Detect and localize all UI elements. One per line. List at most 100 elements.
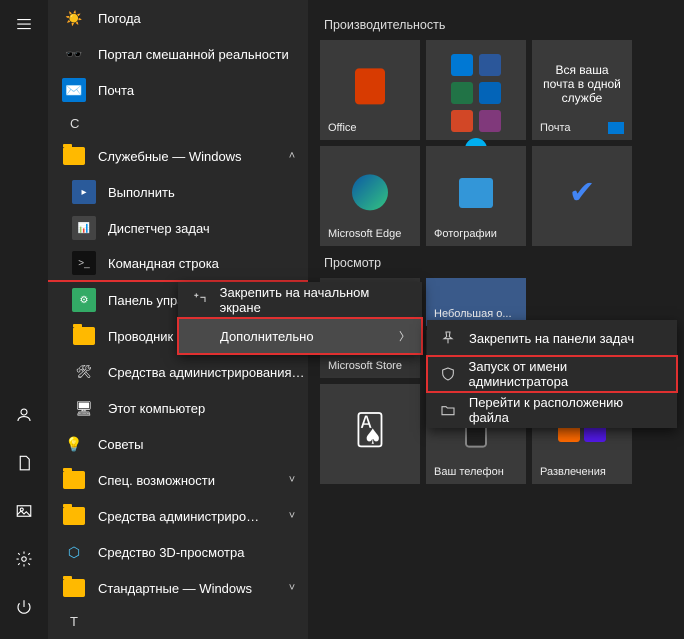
app-3d-viewer[interactable]: ⬡ Средство 3D-просмотра	[48, 534, 308, 570]
tile-label: Небольшая о...	[434, 308, 518, 320]
control-panel-icon: ⚙	[72, 288, 96, 312]
documents-button[interactable]	[0, 439, 48, 487]
pc-icon: 🖥	[72, 396, 96, 420]
tile-office-apps[interactable]	[426, 40, 526, 140]
app-label: Советы	[98, 437, 308, 452]
run-icon: ▸	[72, 180, 96, 204]
tile-edge[interactable]: Microsoft Edge	[320, 146, 420, 246]
folder-icon	[63, 471, 85, 489]
shield-icon	[439, 365, 457, 383]
ctx-run-admin[interactable]: Запуск от имени администратора	[427, 356, 677, 392]
chevron-up-icon: ˄	[276, 150, 308, 162]
app-task-manager[interactable]: 📊 Диспетчер задач	[48, 210, 308, 246]
user-button[interactable]	[0, 391, 48, 439]
tile-office[interactable]: Office	[320, 40, 420, 140]
tile-mail[interactable]: Вся ваша почта в одной службе Почта	[532, 40, 632, 140]
tile-mail-text: Вся ваша почта в одной службе	[540, 63, 624, 105]
document-icon	[15, 454, 33, 472]
letter-header-t[interactable]: Т	[48, 606, 308, 636]
chevron-down-icon: ˅	[276, 474, 308, 486]
tile-label: Почта	[540, 122, 602, 134]
edge-icon	[352, 174, 388, 210]
tile-label: Microsoft Edge	[328, 228, 412, 240]
ctx-label: Закрепить на панели задач	[469, 331, 634, 346]
pin-icon	[439, 329, 457, 347]
folder-admin-tools[interactable]: Средства администрирования W... ˅	[48, 498, 308, 534]
office-icon	[355, 68, 385, 104]
tile-solitaire[interactable]: 🂡	[320, 384, 420, 484]
app-label: Командная строка	[108, 256, 308, 271]
app-label: Средство 3D-просмотра	[98, 545, 308, 560]
app-run[interactable]: ▸ Выполнить	[48, 174, 308, 210]
app-weather[interactable]: ☀️ Погода	[48, 0, 308, 36]
ctx-file-location[interactable]: Перейти к расположению файла	[427, 392, 677, 428]
weather-icon: ☀️	[62, 6, 86, 30]
app-mixed-reality[interactable]: 🕶️ Портал смешанной реальности	[48, 36, 308, 72]
group-header-productivity[interactable]: Производительность	[324, 18, 672, 32]
ctx-more[interactable]: Дополнительно 〉	[178, 318, 422, 354]
app-label: Диспетчер задач	[108, 221, 308, 236]
app-label: Портал смешанной реальности	[98, 47, 308, 62]
folder-label: Служебные — Windows	[98, 149, 264, 164]
tile-label: Ваш телефон	[434, 466, 518, 478]
menu-button[interactable]	[0, 0, 48, 48]
chevron-right-icon: 〉	[399, 328, 410, 344]
folder-open-icon	[439, 401, 457, 419]
app-label: Погода	[98, 11, 308, 26]
ctx-label: Закрепить на начальном экране	[220, 285, 410, 315]
gear-icon	[15, 550, 33, 568]
nav-rail	[0, 0, 48, 639]
pictures-icon	[15, 502, 33, 520]
app-label: Средства администрирования Win...	[108, 365, 308, 380]
app-cmd[interactable]: >_ Командная строка	[48, 246, 308, 282]
app-tips[interactable]: 💡 Советы	[48, 426, 308, 462]
app-mail[interactable]: ✉️ Почта	[48, 72, 308, 108]
ctx-label: Дополнительно	[220, 329, 314, 344]
tile-label: Microsoft Store	[328, 360, 412, 372]
pin-icon	[190, 291, 208, 309]
user-icon	[15, 406, 33, 424]
tile-label: Развлечения	[540, 466, 624, 478]
tile-todo[interactable]: ✔	[532, 146, 632, 246]
app-label: Почта	[98, 83, 308, 98]
cards-icon: 🂡	[355, 413, 386, 448]
photos-icon	[459, 178, 493, 208]
tile-label: Office	[328, 122, 412, 134]
headset-icon: 🕶️	[62, 42, 86, 66]
mail-icon: ✉️	[62, 78, 86, 102]
tile-label: Фотографии	[434, 228, 518, 240]
context-menu-primary: Закрепить на начальном экране Дополнител…	[178, 282, 422, 354]
office-mini-grid	[426, 54, 526, 160]
ctx-label: Запуск от имени администратора	[469, 359, 665, 389]
explorer-icon	[73, 327, 95, 345]
letter-header-c[interactable]: С	[48, 108, 308, 138]
ctx-pin-start[interactable]: Закрепить на начальном экране	[178, 282, 422, 318]
mail-icon	[608, 122, 624, 134]
ctx-pin-taskbar[interactable]: Закрепить на панели задач	[427, 320, 677, 356]
folder-label: Спец. возможности	[98, 473, 264, 488]
context-menu-secondary: Закрепить на панели задач Запуск от имен…	[427, 320, 677, 428]
app-admin-tools[interactable]: 🛠 Средства администрирования Win...	[48, 354, 308, 390]
settings-button[interactable]	[0, 535, 48, 583]
folder-label: Стандартные — Windows	[98, 581, 264, 596]
pictures-button[interactable]	[0, 487, 48, 535]
app-label: Этот компьютер	[108, 401, 308, 416]
cube-icon: ⬡	[62, 540, 86, 564]
tile-photos[interactable]: Фотографии	[426, 146, 526, 246]
app-this-pc[interactable]: 🖥 Этот компьютер	[48, 390, 308, 426]
tile-small-window[interactable]: Небольшая о...	[426, 278, 526, 326]
power-icon	[15, 598, 33, 616]
cmd-icon: >_	[72, 251, 96, 275]
group-header-view[interactable]: Просмотр	[324, 256, 672, 270]
folder-icon	[63, 579, 85, 597]
hamburger-icon	[15, 15, 33, 33]
power-button[interactable]	[0, 583, 48, 631]
folder-system-tools[interactable]: Служебные — Windows ˄	[48, 138, 308, 174]
folder-std-windows[interactable]: Стандартные — Windows ˅	[48, 570, 308, 606]
chevron-down-icon: ˅	[276, 510, 308, 522]
folder-accessibility[interactable]: Спец. возможности ˅	[48, 462, 308, 498]
folder-icon	[63, 147, 85, 165]
app-label: Выполнить	[108, 185, 308, 200]
tips-icon: 💡	[62, 432, 86, 456]
ctx-label: Перейти к расположению файла	[469, 395, 665, 425]
